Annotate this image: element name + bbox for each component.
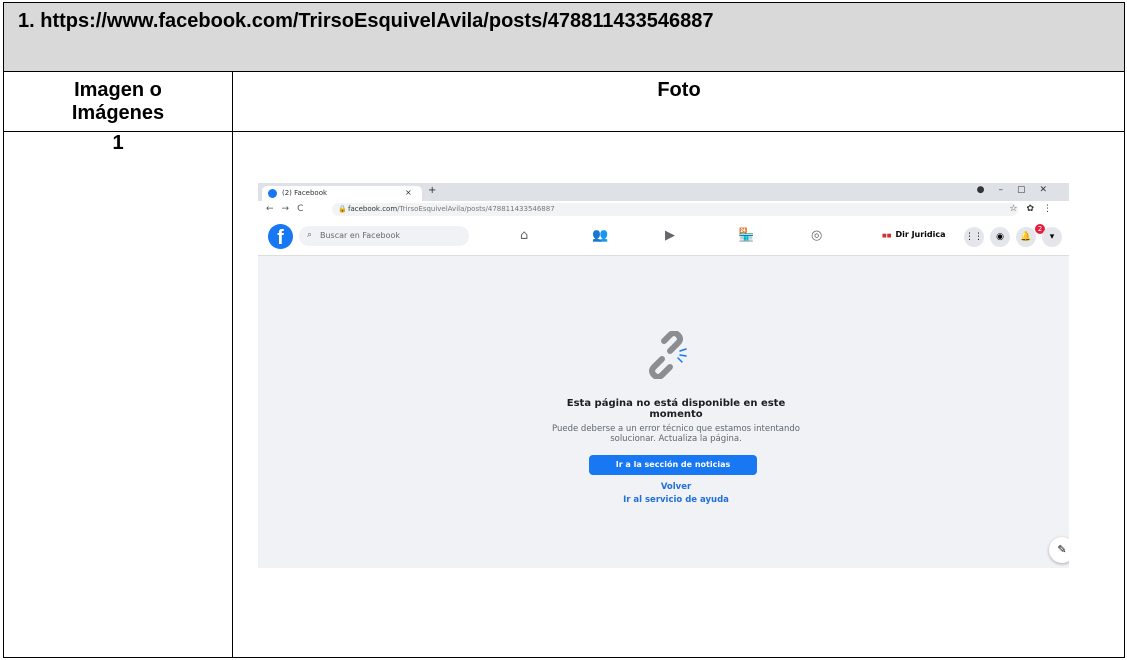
home-icon[interactable]: ⌂ <box>520 228 528 243</box>
notifications-icon[interactable]: 🔔 <box>1016 227 1036 247</box>
embedded-screenshot: (2) Facebook × + ●–▢✕ ←→C 🔒 facebook.com… <box>258 183 1069 568</box>
column-header-images: Imagen o Imágenes <box>4 79 232 125</box>
browser-address-bar: ←→C 🔒 facebook.com/TrirsoEsquivelAvila/p… <box>258 201 1069 219</box>
facebook-top-bar: f ⌕ Buscar en Facebook ⌂ 👥 ▶ 🏪 ◎ ■■ Dir J… <box>258 219 1069 256</box>
window-controls[interactable]: ●–▢✕ <box>977 185 1061 195</box>
column-header-photo: Foto <box>657 79 701 101</box>
groups-icon[interactable]: ◎ <box>811 228 822 243</box>
lock-icon: 🔒 <box>338 205 347 213</box>
new-tab-icon[interactable]: + <box>428 185 436 196</box>
error-title: Esta página no está disponible en este m… <box>258 398 1069 420</box>
error-title-line: Esta página no está disponible en este <box>566 398 786 409</box>
new-message-icon[interactable]: ✎ <box>1049 537 1069 563</box>
close-tab-icon[interactable]: × <box>405 188 412 197</box>
search-icon: ⌕ <box>307 230 313 240</box>
error-title-line: momento <box>649 409 703 420</box>
browser-tab[interactable]: (2) Facebook × <box>262 186 422 201</box>
help-center-link[interactable]: Ir al servicio de ayuda <box>258 495 1069 505</box>
search-placeholder: Buscar en Facebook <box>320 231 400 240</box>
column-divider <box>232 99 233 657</box>
profile-avatar-icon: ■■ <box>882 233 892 239</box>
go-to-news-feed-button[interactable]: Ir a la sección de noticias <box>589 455 757 475</box>
tab-title: (2) Facebook <box>282 189 328 197</box>
profile-button[interactable]: ■■ Dir Juridica <box>882 230 946 239</box>
column-divider <box>232 71 233 131</box>
back-link[interactable]: Volver <box>258 482 1069 492</box>
error-subtitle-line: solucionar. Actualiza la página. <box>610 434 742 444</box>
header-row: 1. https://www.facebook.com/TrirsoEsquiv… <box>4 3 1124 71</box>
messenger-icon[interactable]: ◉ <box>990 227 1010 247</box>
facebook-search-input[interactable]: ⌕ Buscar en Facebook <box>299 226 469 246</box>
menu-grid-icon[interactable]: ⋮⋮ <box>964 227 984 247</box>
error-subtitle: Puede deberse a un error técnico que est… <box>258 424 1069 444</box>
profile-name: Dir Juridica <box>895 230 946 239</box>
column-header-line: Imágenes <box>71 102 165 124</box>
marketplace-icon[interactable]: 🏪 <box>738 228 754 243</box>
broken-link-icon <box>649 331 687 379</box>
url-input[interactable]: 🔒 facebook.com/TrirsoEsquivelAvila/posts… <box>332 203 1018 216</box>
facebook-logo-icon[interactable]: f <box>268 224 293 249</box>
watch-icon[interactable]: ▶ <box>665 228 675 243</box>
row-number: 1 <box>112 132 124 154</box>
column-header-line: Imagen o <box>74 79 162 101</box>
account-dropdown-icon[interactable]: ▾ <box>1042 227 1062 247</box>
browser-tab-bar: (2) Facebook × + ●–▢✕ <box>258 183 1069 201</box>
friends-icon[interactable]: 👥 <box>592 228 608 243</box>
row-divider <box>4 71 1124 72</box>
facebook-favicon-icon <box>268 189 277 198</box>
url-text: facebook.com/TrirsoEsquivelAvila/posts/4… <box>348 205 555 213</box>
page-url-title: 1. https://www.facebook.com/TrirsoEsquiv… <box>18 10 714 32</box>
error-subtitle-line: Puede deberse a un error técnico que est… <box>552 424 800 434</box>
browser-nav-buttons[interactable]: ←→C <box>266 204 311 214</box>
browser-actions[interactable]: ☆✿⋮ <box>1009 204 1061 214</box>
